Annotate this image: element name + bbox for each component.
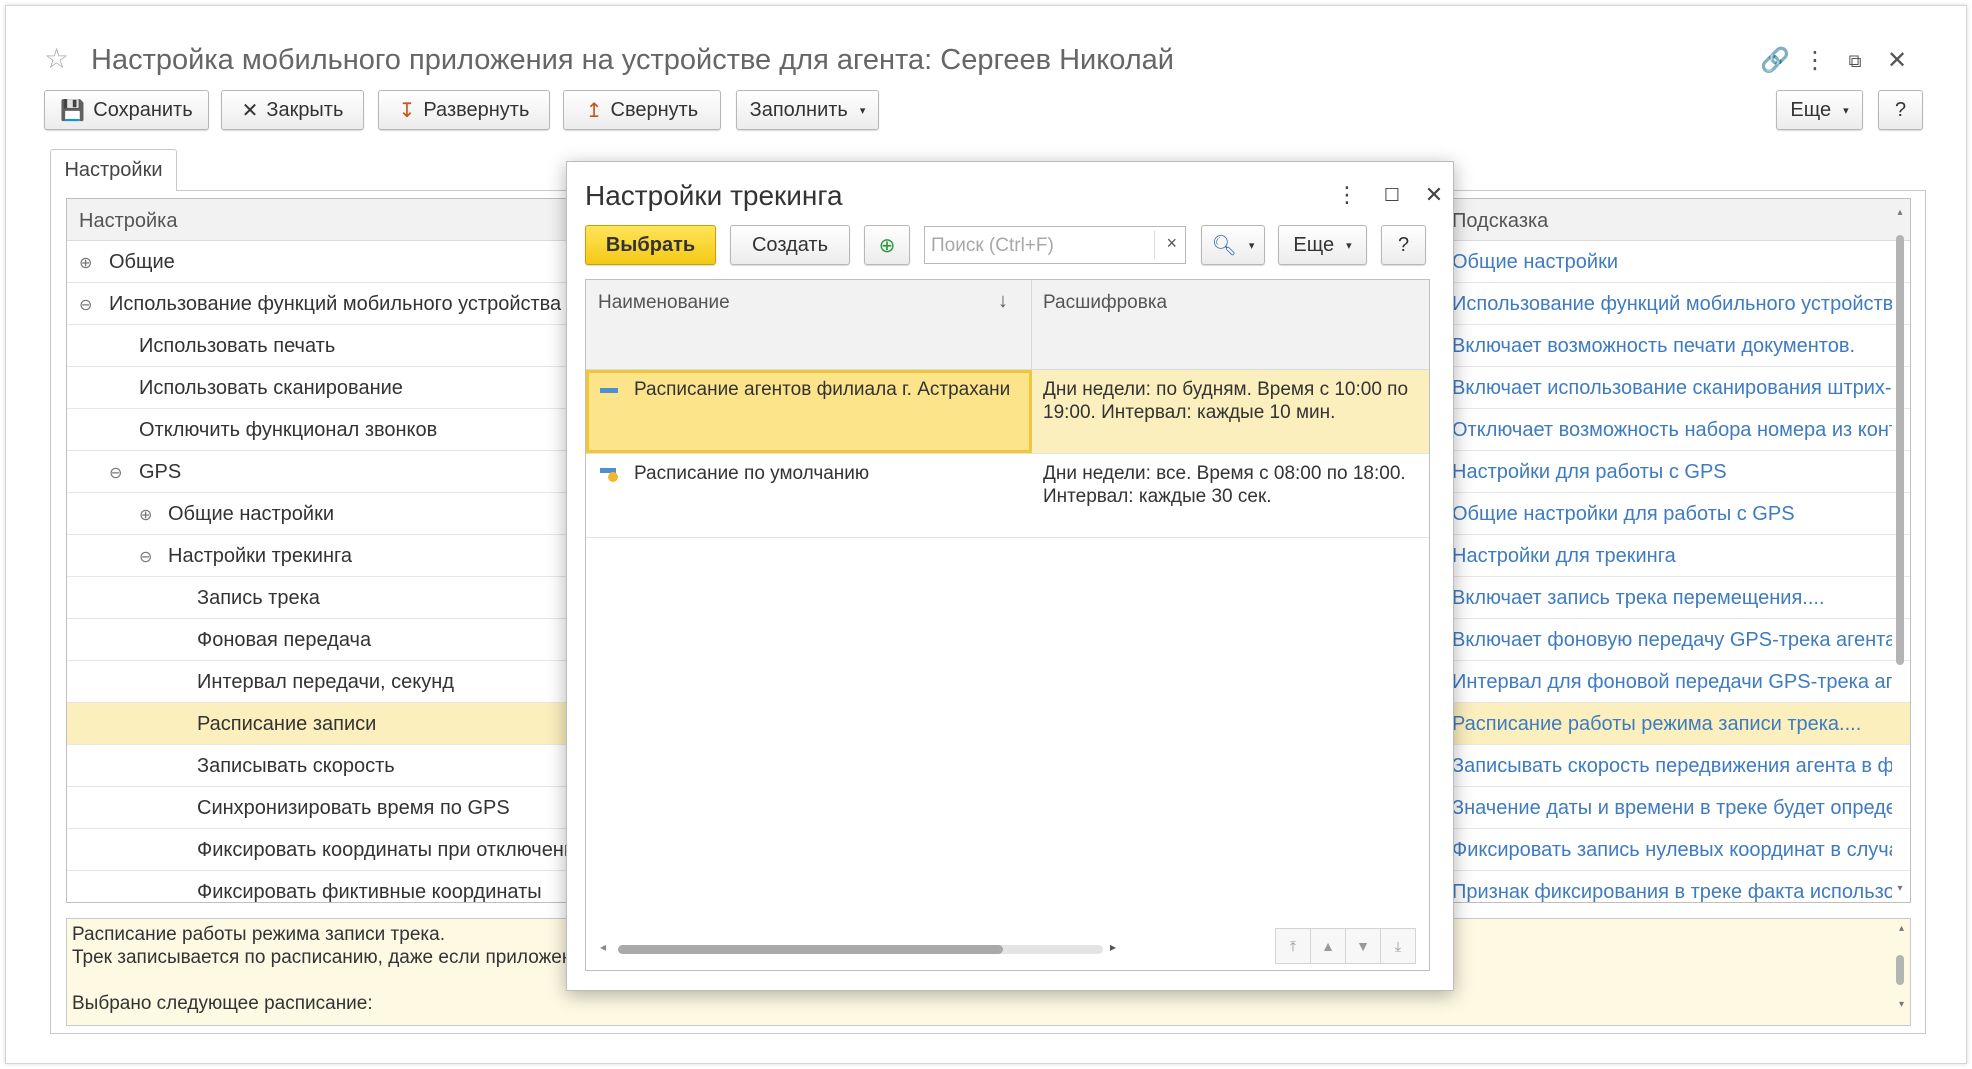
expand-toggle-icon[interactable]: ⊕ xyxy=(79,253,92,273)
scroll-down-arrow-icon[interactable]: ▾ xyxy=(1894,883,1906,894)
schedule-item-icon xyxy=(600,380,618,402)
search-icon: 🔍︎ xyxy=(1211,234,1237,257)
horizontal-scrollbar[interactable]: ◂ ▸ xyxy=(598,940,1118,956)
go-last-icon[interactable]: ⤓ xyxy=(1380,928,1416,964)
more-actions-icon[interactable]: ⋮ xyxy=(1798,44,1832,78)
go-first-icon[interactable]: ⤒ xyxy=(1275,928,1311,964)
help-button[interactable]: ? xyxy=(1381,225,1426,265)
close-x-icon: ✕ xyxy=(241,99,259,122)
more-dropdown-button[interactable]: Еще ▾ xyxy=(1776,90,1863,130)
create-button[interactable]: Создать xyxy=(730,225,850,265)
expand-toggle-icon[interactable]: ⊕ xyxy=(139,505,152,525)
more-dropdown-button[interactable]: Еще ▾ xyxy=(1278,225,1367,265)
default-schedule-icon xyxy=(600,464,620,490)
restore-window-icon[interactable]: ⧉ xyxy=(1838,44,1872,78)
window-title: Настройка мобильного приложения на устро… xyxy=(91,44,1175,76)
column-header-description[interactable]: Расшифровка xyxy=(1043,292,1167,314)
search-input[interactable]: Поиск (Ctrl+F) × xyxy=(924,226,1186,264)
column-header-name[interactable]: Наименование xyxy=(598,292,730,314)
collapse-button[interactable]: ↥ Свернуть xyxy=(563,90,721,130)
add-document-icon: ⊕ xyxy=(878,234,896,257)
collapse-toggle-icon[interactable]: ⊖ xyxy=(79,295,92,315)
help-button[interactable]: ? xyxy=(1878,90,1923,130)
dropdown-arrow-icon: ▾ xyxy=(1346,239,1352,252)
floppy-disk-icon: 💾 xyxy=(60,99,86,122)
scroll-down-arrow-icon[interactable]: ▾ xyxy=(1899,999,1904,1010)
search-options-button[interactable]: 🔍︎ ▾ xyxy=(1201,225,1265,265)
column-header-setting[interactable]: Настройка xyxy=(79,210,177,233)
save-button[interactable]: 💾 Сохранить xyxy=(44,90,209,130)
sort-descending-icon[interactable]: ↓ xyxy=(998,290,1008,313)
maximize-icon[interactable]: ☐ xyxy=(1377,180,1407,210)
collapse-toggle-icon[interactable]: ⊖ xyxy=(109,463,122,483)
choose-button[interactable]: Выбрать xyxy=(585,225,716,265)
close-button[interactable]: ✕ Закрыть xyxy=(221,90,364,130)
scroll-right-arrow-icon[interactable]: ▸ xyxy=(1110,940,1116,954)
close-window-icon[interactable]: ✕ xyxy=(1880,44,1914,78)
column-header-hint[interactable]: Подсказка xyxy=(1452,210,1548,233)
dropdown-arrow-icon: ▾ xyxy=(859,104,866,117)
more-actions-icon[interactable]: ⋮ xyxy=(1332,180,1362,210)
scrollbar-thumb[interactable] xyxy=(618,945,1003,954)
page-down-icon[interactable]: ▼ xyxy=(1345,928,1381,964)
table-row[interactable]: Расписание по умолчанию Дни недели: все.… xyxy=(586,454,1429,538)
close-dialog-icon[interactable]: ✕ xyxy=(1419,180,1449,210)
scroll-left-arrow-icon[interactable]: ◂ xyxy=(600,940,606,954)
fill-dropdown-button[interactable]: Заполнить ▾ xyxy=(736,90,879,130)
scroll-up-arrow-icon[interactable]: ▴ xyxy=(1894,207,1906,218)
link-icon[interactable]: 🔗 xyxy=(1758,44,1792,78)
expand-button[interactable]: ↧ Развернуть xyxy=(378,90,550,130)
favorite-star-icon[interactable]: ☆ xyxy=(44,42,69,75)
collapse-toggle-icon[interactable]: ⊖ xyxy=(139,547,152,567)
table-row-selected[interactable]: Расписание агентов филиала г. Астрахани … xyxy=(586,370,1429,454)
collapse-list-icon: ↥ xyxy=(585,99,603,122)
tab-settings[interactable]: Настройки xyxy=(50,149,177,191)
scrollbar-thumb[interactable] xyxy=(1896,235,1904,665)
scrollbar-thumb[interactable] xyxy=(1896,955,1904,985)
list-navigation: ⤒ ▲ ▼ ⤓ xyxy=(1275,928,1416,964)
schedules-table: Наименование ↓ Расшифровка Расписание аг… xyxy=(585,279,1430,971)
clear-search-icon[interactable]: × xyxy=(1166,233,1177,254)
page-up-icon[interactable]: ▲ xyxy=(1310,928,1346,964)
create-copy-button[interactable]: ⊕ xyxy=(864,225,910,265)
dialog-title: Настройки трекинга xyxy=(585,180,843,211)
table-header: Наименование ↓ Расшифровка xyxy=(586,280,1429,370)
dropdown-arrow-icon: ▾ xyxy=(1843,104,1849,117)
expand-list-icon: ↧ xyxy=(398,99,416,122)
title-bar: ☆ Настройка мобильного приложения на уст… xyxy=(6,6,1966,84)
main-window: ☆ Настройка мобильного приложения на уст… xyxy=(5,5,1967,1064)
vertical-scrollbar[interactable]: ▴ ▾ xyxy=(1894,207,1906,897)
scroll-up-arrow-icon[interactable]: ▴ xyxy=(1899,923,1904,934)
tracking-settings-dialog: Настройки трекинга ⋮ ☐ ✕ Выбрать Создать… xyxy=(566,161,1454,991)
dropdown-arrow-icon: ▾ xyxy=(1248,239,1255,252)
